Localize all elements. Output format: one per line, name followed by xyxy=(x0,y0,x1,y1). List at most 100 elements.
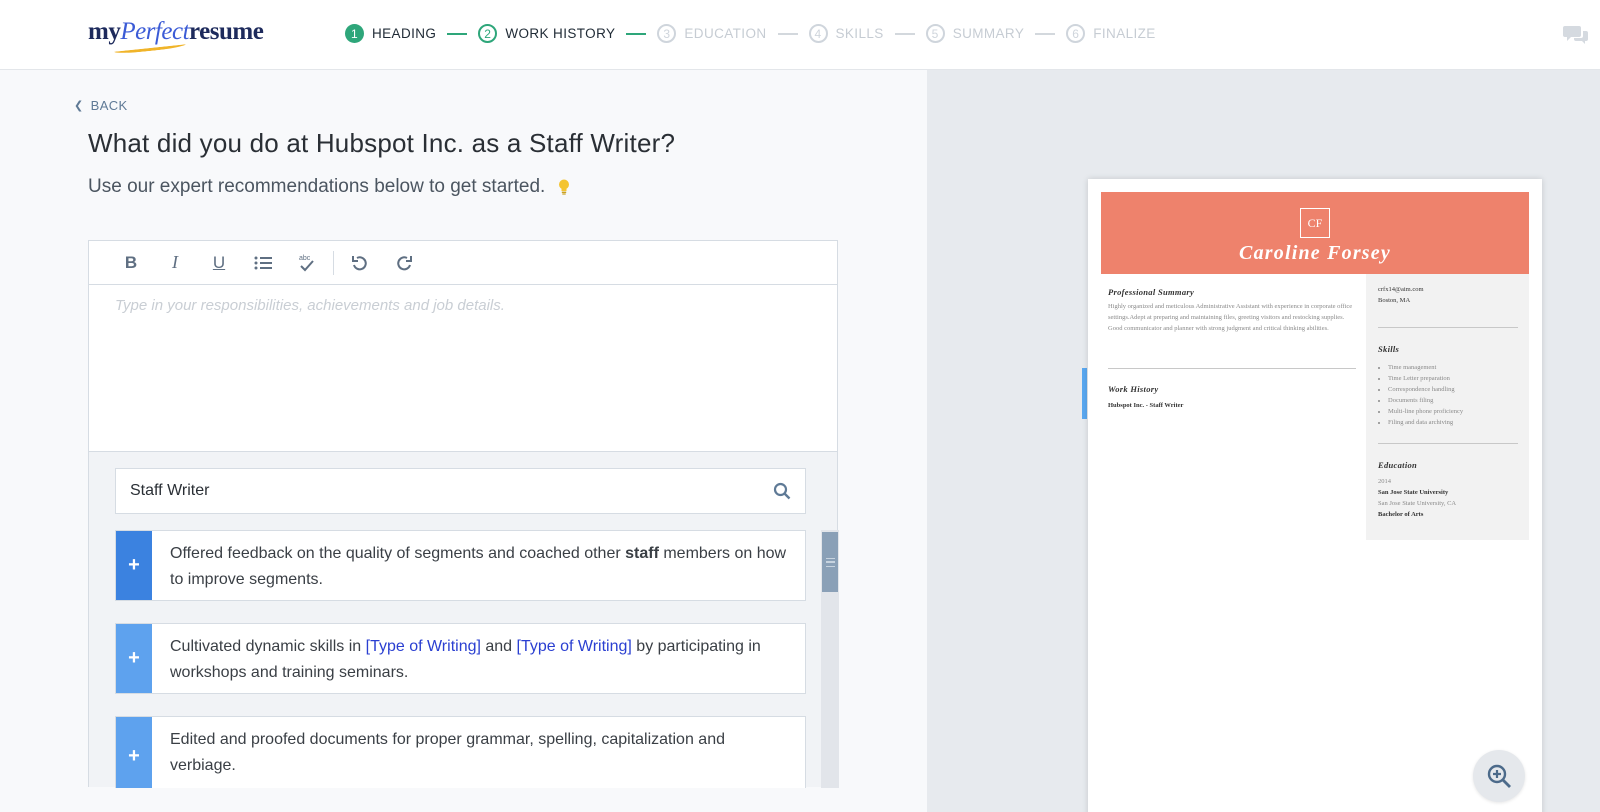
undo-button[interactable] xyxy=(338,247,382,279)
skill-item: Documents filing xyxy=(1388,395,1528,406)
step-label: HEADING xyxy=(372,26,437,41)
edu-degree: Bachelor of Arts xyxy=(1378,511,1424,518)
zoom-in-button[interactable] xyxy=(1473,750,1525,802)
italic-button[interactable]: I xyxy=(153,247,197,279)
job-title-search xyxy=(115,468,806,514)
zoom-in-icon xyxy=(1487,764,1511,788)
edu-school: San Jose State University xyxy=(1378,489,1449,496)
bold-button[interactable]: B xyxy=(109,247,153,279)
step-summary[interactable]: 5 SUMMARY xyxy=(925,24,1025,43)
recommendations-panel: + Offered feedback on the quality of seg… xyxy=(89,451,839,788)
section-divider xyxy=(1378,443,1518,444)
toolbar-divider xyxy=(333,250,334,275)
plus-icon: + xyxy=(128,554,140,576)
spellcheck-icon: abc xyxy=(299,255,314,271)
bullet-list-icon xyxy=(254,256,272,269)
step-number: 2 xyxy=(478,24,498,43)
plus-icon: + xyxy=(128,647,140,669)
step-finalize[interactable]: 6 FINALIZE xyxy=(1066,24,1155,43)
skill-item: Time Letter preparation xyxy=(1388,373,1528,384)
step-education[interactable]: 3 EDUCATION xyxy=(657,24,766,43)
resume-header-banner: CF Caroline Forsey xyxy=(1101,192,1529,274)
placeholder-token: [Type of Writing] xyxy=(365,638,481,655)
add-recommendation-button[interactable]: + xyxy=(116,717,152,788)
edu-location: San Jose State University, CA xyxy=(1378,500,1457,507)
resume-email: crfx14@aim.com xyxy=(1378,286,1424,293)
active-section-marker xyxy=(1082,368,1087,419)
recommendation-item[interactable]: + Offered feedback on the quality of seg… xyxy=(115,530,806,601)
section-divider xyxy=(1378,327,1518,328)
step-skills[interactable]: 4 SKILLS xyxy=(808,24,884,43)
step-number: 1 xyxy=(345,24,364,43)
recommendation-text-part: and xyxy=(480,638,517,655)
step-label: FINALIZE xyxy=(1093,26,1156,41)
redo-icon xyxy=(397,255,412,270)
step-label: SUMMARY xyxy=(952,26,1025,41)
summary-heading: Professional Summary xyxy=(1108,287,1195,297)
skills-heading: Skills xyxy=(1378,344,1400,354)
resume-preview[interactable]: CF Caroline Forsey Professional Summary … xyxy=(1088,179,1542,812)
search-icon[interactable] xyxy=(773,482,791,500)
add-recommendation-button[interactable]: + xyxy=(116,624,152,693)
page-subtitle: Use our expert recommendations below to … xyxy=(88,176,571,198)
recommendation-text-part: Cultivated dynamic skills in xyxy=(170,638,366,655)
editor-toolbar: B I U abc xyxy=(89,241,837,285)
monogram: CF xyxy=(1300,208,1330,238)
plus-icon: + xyxy=(128,744,140,767)
chevron-left-icon: ❮ xyxy=(74,100,84,112)
step-number: 6 xyxy=(1066,24,1086,43)
step-connector xyxy=(1035,32,1056,35)
subtitle-text: Use our expert recommendations below to … xyxy=(88,176,546,197)
scrollbar-thumb[interactable] xyxy=(822,532,838,592)
recommendations-scrollbar[interactable] xyxy=(821,530,839,788)
recommendation-item[interactable]: + Cultivated dynamic skills in [Type of … xyxy=(115,623,806,694)
highlighted-keyword: staff xyxy=(625,545,659,562)
undo-icon xyxy=(352,255,367,270)
step-label: SKILLS xyxy=(835,26,884,41)
step-connector xyxy=(777,32,798,35)
recommendation-item[interactable]: + Edited and proofed documents for prope… xyxy=(115,716,806,788)
step-connector xyxy=(626,32,647,35)
top-navigation-bar: myPerfectresume 1 HEADING 2 WORK HISTORY… xyxy=(0,0,1600,70)
recommendation-text: Offered feedback on the quality of segme… xyxy=(152,531,805,600)
step-work-history[interactable]: 2 WORK HISTORY xyxy=(478,24,615,43)
rich-text-editor: B I U abc Type in your responsibilities,… xyxy=(88,240,839,788)
editor-pane: ❮ BACK What did you do at Hubspot Inc. a… xyxy=(0,70,927,812)
step-label: WORK HISTORY xyxy=(505,26,616,41)
resume-location: Boston, MA xyxy=(1378,297,1411,304)
recommendation-text-part: Offered feedback on the quality of segme… xyxy=(170,545,626,562)
job-title-search-input[interactable] xyxy=(130,482,730,500)
logo-resume: resume xyxy=(189,18,264,45)
education-heading: Education xyxy=(1378,460,1418,470)
underline-button[interactable]: U xyxy=(197,247,241,279)
back-label: BACK xyxy=(90,98,128,113)
section-divider xyxy=(1108,368,1356,369)
summary-text: Highly organized and meticulous Administ… xyxy=(1108,303,1353,332)
skills-list: Time management Time Letter preparation … xyxy=(1378,362,1528,428)
grip-icon xyxy=(825,557,835,567)
redo-button[interactable] xyxy=(382,247,426,279)
step-number: 3 xyxy=(657,24,677,43)
myperfectresume-logo[interactable]: myPerfectresume xyxy=(88,18,264,55)
step-connector xyxy=(447,32,468,35)
job-details-textarea[interactable]: Type in your responsibilities, achieveme… xyxy=(89,285,837,451)
lightbulb-icon[interactable] xyxy=(557,178,571,196)
back-link[interactable]: ❮ BACK xyxy=(74,98,128,113)
recommendation-text: Cultivated dynamic skills in [Type of Wr… xyxy=(152,624,805,693)
resume-name: Caroline Forsey xyxy=(1239,242,1391,264)
chat-bubbles-icon[interactable] xyxy=(1563,24,1589,46)
step-number: 4 xyxy=(808,24,828,43)
spellcheck-button[interactable]: abc xyxy=(285,247,329,279)
skill-item: Filing and data archiving xyxy=(1388,417,1528,428)
skill-item: Multi-line phone proficiency xyxy=(1388,406,1528,417)
step-number: 5 xyxy=(925,24,945,43)
progress-steps: 1 HEADING 2 WORK HISTORY 3 EDUCATION 4 S… xyxy=(345,24,1156,43)
placeholder-token: [Type of Writing] xyxy=(516,638,632,655)
step-heading[interactable]: 1 HEADING xyxy=(345,24,436,43)
step-label: EDUCATION xyxy=(684,26,767,41)
skill-item: Time management xyxy=(1388,362,1528,373)
edu-year: 2014 xyxy=(1378,478,1391,485)
add-recommendation-button[interactable]: + xyxy=(116,531,152,600)
work-entry: Hubspot Inc. - Staff Writer xyxy=(1108,402,1184,409)
bullet-list-button[interactable] xyxy=(241,247,285,279)
